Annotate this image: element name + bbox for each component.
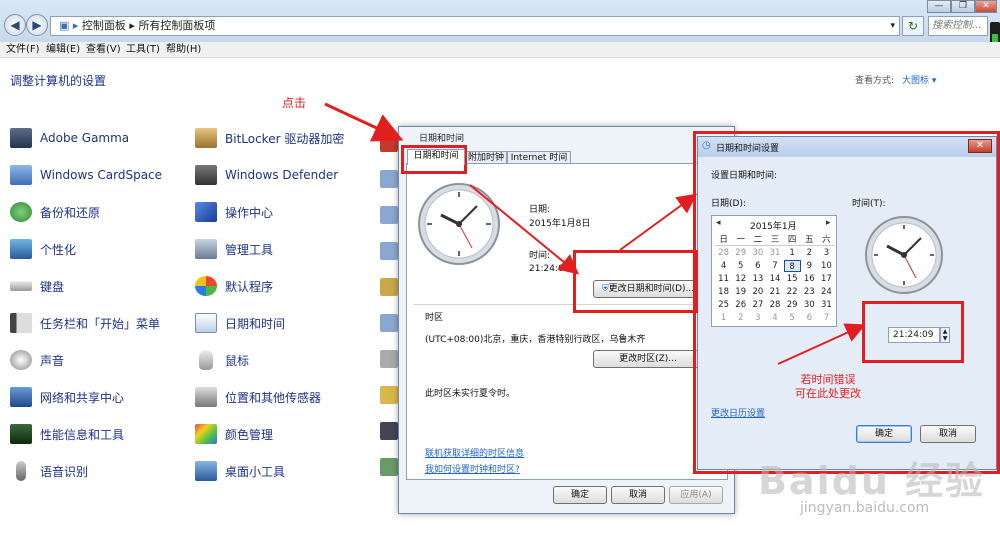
arrow-to-change-button: [469, 184, 580, 275]
arrow-to-settings: [619, 193, 698, 251]
baidu-watermark: Baidu 经验: [758, 459, 986, 503]
arrow-to-dialog: [324, 102, 404, 142]
tab-date-time[interactable]: 日期和时间: [407, 149, 465, 165]
arrow-to-time-input: [777, 323, 866, 365]
baidu-watermark-url: jingyan.baidu.com: [800, 500, 930, 516]
